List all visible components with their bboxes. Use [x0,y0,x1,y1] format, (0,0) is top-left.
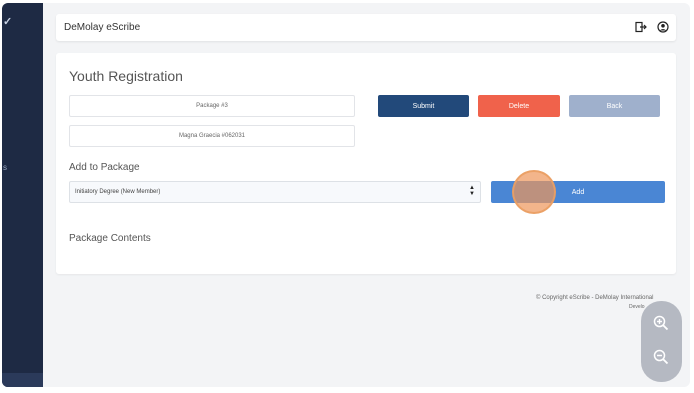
footer-copyright: © Copyright eScribe - DeMolay Internatio… [536,295,654,301]
package-item-select[interactable]: Initiatory Degree (New Member) ▲ ▼ [69,181,481,203]
sidebar-logo: ✓ [3,16,13,28]
delete-button[interactable]: Delete [478,95,560,117]
add-button[interactable]: Add [491,181,665,203]
registration-card: Youth Registration Package #3 Magna Grae… [56,53,676,274]
chapter-field[interactable]: Magna Graecia #062031 [69,125,355,147]
app-window: ✓ s DeMolay eScribe Youth Registration P… [2,3,690,387]
sidebar: ✓ s [2,3,43,387]
zoom-in-icon[interactable] [651,313,671,333]
sidebar-footer [2,373,43,387]
add-to-package-label: Add to Package [69,162,140,173]
page-title: Youth Registration [69,68,183,84]
package-contents-label: Package Contents [69,233,151,244]
submit-button[interactable]: Submit [378,95,469,117]
footer-developer: Develo [629,304,645,310]
zoom-out-icon[interactable] [651,347,671,367]
sidebar-item-fragment[interactable]: s [3,163,7,172]
select-value: Initiatory Degree (New Member) [75,189,161,195]
top-navbar: DeMolay eScribe [56,14,676,41]
zoom-controls [641,301,682,382]
app-title: DeMolay eScribe [64,22,141,33]
sort-arrows-icon: ▲ ▼ [469,185,475,197]
user-circle-icon[interactable] [656,20,670,34]
package-field[interactable]: Package #3 [69,95,355,117]
logout-icon[interactable] [634,20,648,34]
back-button[interactable]: Back [569,95,660,117]
